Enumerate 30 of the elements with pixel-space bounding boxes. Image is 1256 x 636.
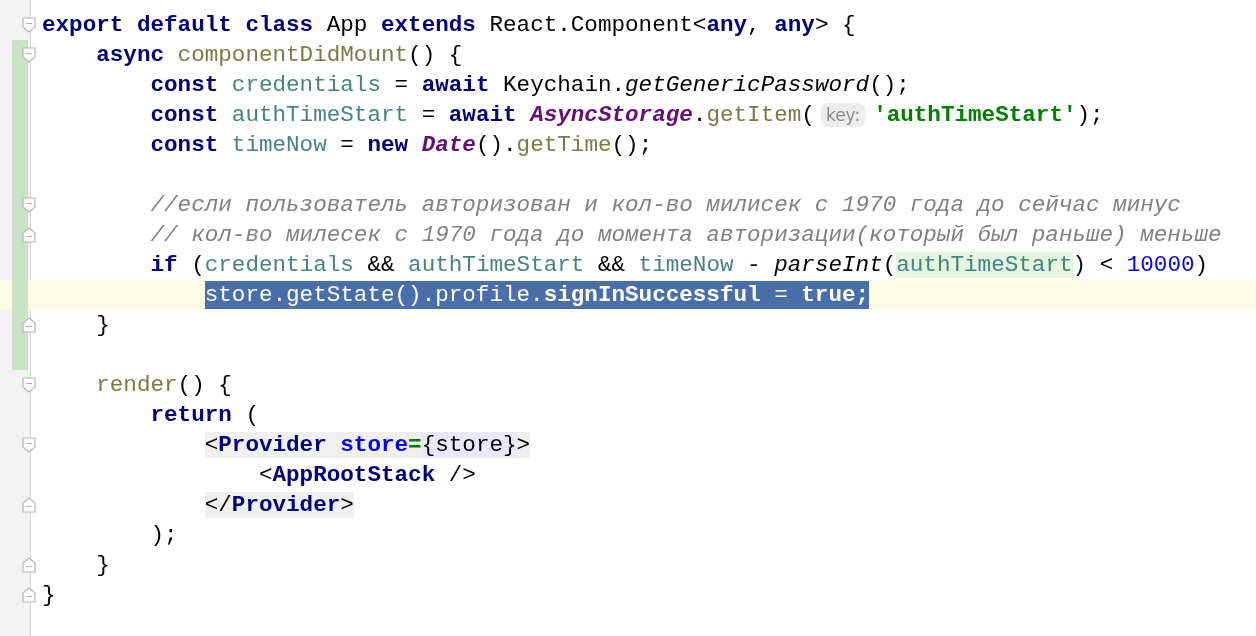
code-text: <AppRootStack /> [258, 461, 476, 489]
fold-marker-icon[interactable] [22, 47, 36, 63]
fold-marker-icon[interactable] [22, 377, 36, 393]
fold-marker-icon[interactable] [22, 587, 36, 603]
fold-marker-icon[interactable] [22, 437, 36, 453]
fold-marker-icon[interactable] [22, 17, 36, 33]
parameter-hint: key: [820, 103, 866, 127]
fold-marker-icon[interactable] [22, 497, 36, 513]
code-text: } [96, 311, 110, 339]
code-text: render() { [96, 371, 232, 399]
code-text: } [42, 581, 56, 609]
code-text: <Provider store={store}> [204, 431, 531, 459]
selected-code: store.getState().profile.signInSuccessful = true; [204, 281, 870, 309]
fold-marker-icon[interactable] [22, 197, 36, 213]
code-text: const credentials = await Keychain.getGenericPassword(); [150, 71, 910, 99]
code-text: // кол-во милесек с 1970 года до момента авторизации(который был раньше) меньше [150, 221, 1222, 249]
code-text: return ( [150, 401, 259, 429]
code-text: if (credentials && authTimeStart && timeNow - parseInt(authTimeStart) < 10000) [150, 251, 1209, 279]
fold-marker-icon[interactable] [22, 317, 36, 333]
fold-marker-icon[interactable] [22, 557, 36, 573]
code-text: export default class App extends React.Component<any, any> { [42, 11, 856, 39]
code-text: </Provider> [204, 491, 354, 519]
code-text: //если пользователь авторизован и кол-во милисек с 1970 года до сейчас минус [150, 191, 1181, 219]
code-text: const authTimeStart = await AsyncStorage.getItem( [150, 101, 815, 129]
fold-marker-icon[interactable] [22, 227, 36, 243]
code-text: const timeNow = new Date().getTime(); [150, 131, 653, 159]
code-text: async componentDidMount() { [96, 41, 463, 69]
code-text: 'authTimeStart'); [873, 101, 1104, 129]
code-text: } [96, 551, 110, 579]
code-text: ); [150, 521, 178, 549]
